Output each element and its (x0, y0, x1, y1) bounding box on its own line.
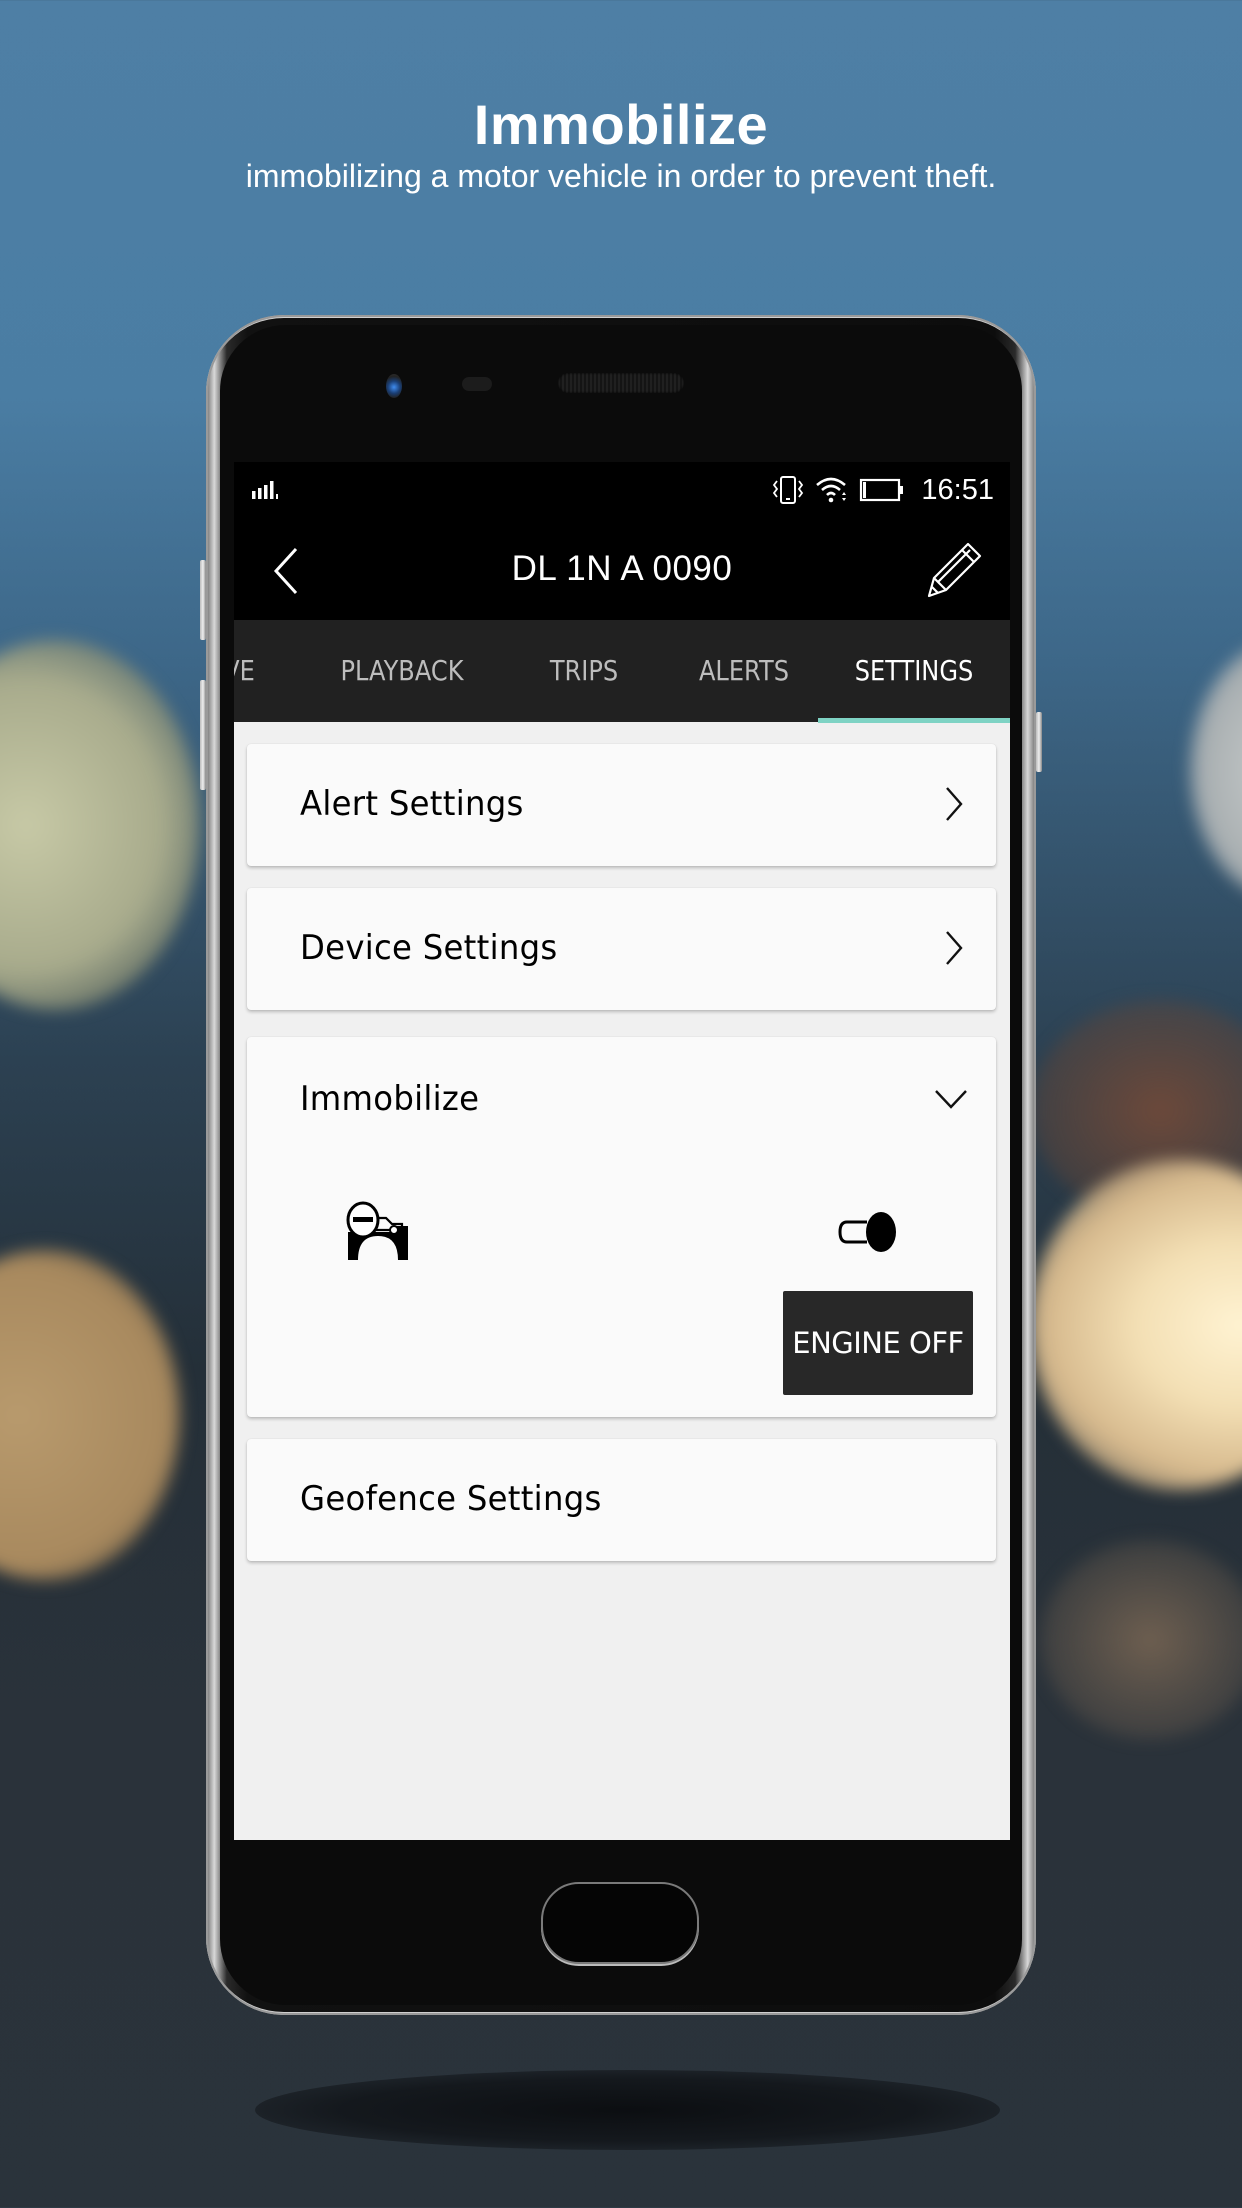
tab-bar: VE PLAYBACK TRIPS ALERTS SETTINGS (234, 620, 1010, 722)
promo-title: Immobilize (473, 93, 769, 156)
background-bokeh (1030, 1160, 1242, 1490)
immobilize-label[interactable]: Immobilize (300, 1079, 479, 1119)
promo-subtitle: immobilizing a motor vehicle in order to… (245, 158, 997, 194)
device-settings-label: Device Settings (300, 928, 558, 968)
power-button (1036, 712, 1042, 772)
tab-live[interactable]: VE (234, 620, 269, 722)
immobilized-car-icon (346, 1201, 408, 1260)
vibrate-icon (773, 476, 804, 504)
status-bar: 16:51 (234, 462, 1010, 518)
phone-shadow (255, 2070, 1000, 2150)
chevron-down-icon[interactable] (934, 1089, 968, 1109)
immobilize-panel: Immobilize ENGINE OFF (247, 1037, 996, 1417)
tab-alerts[interactable]: ALERTS (684, 620, 804, 722)
signal-icon (252, 481, 278, 499)
alert-settings-row[interactable]: Alert Settings (247, 744, 996, 866)
status-time: 16:51 (921, 473, 994, 506)
home-button[interactable] (541, 1882, 699, 1964)
immobilize-toggle[interactable] (837, 1210, 901, 1254)
alert-settings-label: Alert Settings (300, 784, 524, 824)
device-settings-row[interactable]: Device Settings (247, 888, 996, 1010)
earpiece-speaker (558, 373, 684, 393)
battery-icon (860, 478, 904, 502)
chevron-right-icon (946, 931, 963, 965)
background-bokeh (1190, 640, 1242, 900)
background-bokeh (1040, 1540, 1242, 1740)
background-bokeh (0, 640, 200, 1010)
chevron-right-icon (946, 787, 963, 821)
proximity-sensor (462, 377, 492, 391)
geofence-settings-row[interactable]: Geofence Settings (247, 1439, 996, 1561)
front-camera (386, 374, 402, 398)
phone-screen: 16:51 DL 1N A 0090 VE PLAYBACK TRIPS ALE… (234, 462, 1010, 1840)
vehicle-title: DL 1N A 0090 (511, 549, 733, 588)
engine-off-button[interactable]: ENGINE OFF (783, 1291, 973, 1395)
tab-playback[interactable]: PLAYBACK (325, 620, 480, 722)
background-bokeh (0, 1250, 180, 1580)
app-bar: DL 1N A 0090 (234, 518, 1010, 620)
geofence-settings-label: Geofence Settings (300, 1479, 602, 1519)
tab-trips[interactable]: TRIPS (532, 620, 635, 722)
wifi-icon (816, 477, 847, 503)
tab-settings[interactable]: SETTINGS (837, 620, 992, 722)
chevron-left-icon[interactable] (268, 546, 304, 596)
tab-active-indicator (818, 718, 1010, 723)
pencil-icon[interactable] (926, 540, 984, 600)
